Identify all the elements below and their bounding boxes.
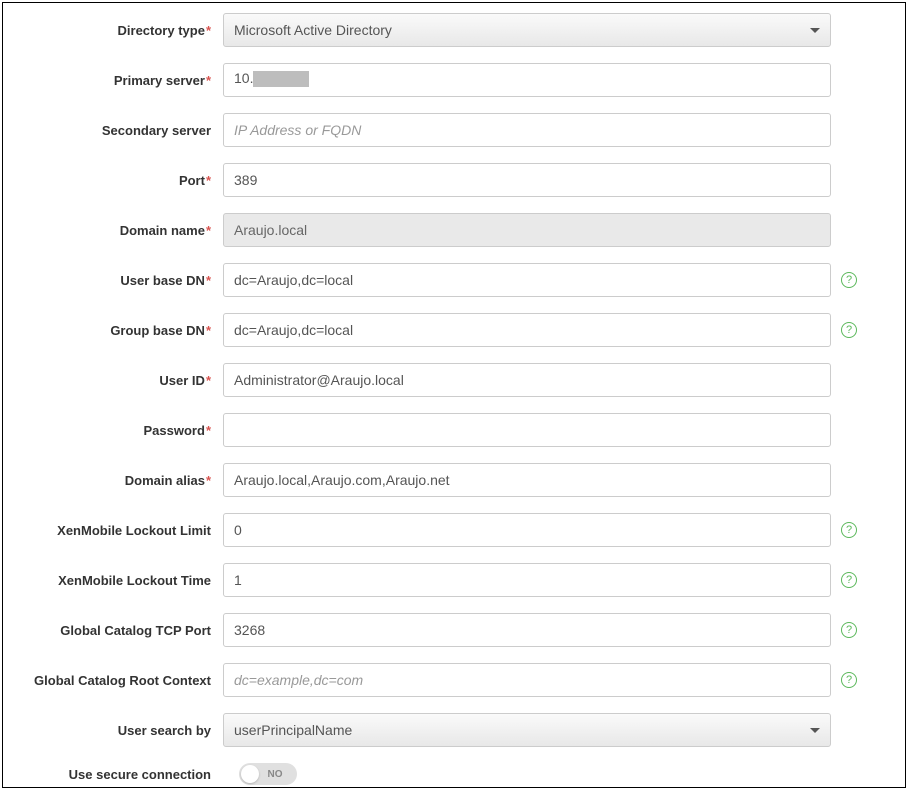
user-search-by-value: userPrincipalName <box>234 722 352 738</box>
label-secondary-server: Secondary server <box>23 123 223 138</box>
row-lockout-limit: XenMobile Lockout Limit ? <box>23 513 885 547</box>
redacted-block <box>253 71 309 87</box>
caret-down-icon <box>810 28 820 33</box>
gc-root-context-input[interactable] <box>223 663 831 697</box>
row-user-base-dn: User base DN* ? <box>23 263 885 297</box>
caret-down-icon <box>810 728 820 733</box>
help-icon[interactable]: ? <box>841 572 857 588</box>
row-gc-root-context: Global Catalog Root Context ? <box>23 663 885 697</box>
label-password: Password* <box>23 423 223 438</box>
row-lockout-time: XenMobile Lockout Time ? <box>23 563 885 597</box>
lockout-limit-input[interactable] <box>223 513 831 547</box>
help-icon[interactable]: ? <box>841 522 857 538</box>
row-group-base-dn: Group base DN* ? <box>23 313 885 347</box>
use-secure-toggle[interactable]: NO <box>239 763 297 785</box>
lockout-time-input[interactable] <box>223 563 831 597</box>
row-directory-type: Directory type* Microsoft Active Directo… <box>23 13 885 47</box>
user-search-by-select[interactable]: userPrincipalName <box>223 713 831 747</box>
domain-name-input <box>223 213 831 247</box>
help-icon[interactable]: ? <box>841 322 857 338</box>
label-directory-type: Directory type* <box>23 23 223 38</box>
label-gc-root-context: Global Catalog Root Context <box>23 673 223 688</box>
label-port: Port* <box>23 173 223 188</box>
label-primary-server: Primary server* <box>23 73 223 88</box>
label-use-secure: Use secure connection <box>23 767 223 782</box>
directory-type-select[interactable]: Microsoft Active Directory <box>223 13 831 47</box>
row-password: Password* <box>23 413 885 447</box>
help-icon[interactable]: ? <box>841 622 857 638</box>
row-use-secure: Use secure connection NO <box>23 763 885 785</box>
label-user-id: User ID* <box>23 373 223 388</box>
label-lockout-time: XenMobile Lockout Time <box>23 573 223 588</box>
help-icon[interactable]: ? <box>841 672 857 688</box>
row-user-search-by: User search by userPrincipalName <box>23 713 885 747</box>
secondary-server-input[interactable] <box>223 113 831 147</box>
row-primary-server: Primary server* 10. <box>23 63 885 97</box>
row-secondary-server: Secondary server <box>23 113 885 147</box>
user-id-input[interactable] <box>223 363 831 397</box>
group-base-dn-input[interactable] <box>223 313 831 347</box>
row-port: Port* <box>23 163 885 197</box>
primary-server-input[interactable]: 10. <box>223 63 831 97</box>
label-domain-alias: Domain alias* <box>23 473 223 488</box>
label-domain-name: Domain name* <box>23 223 223 238</box>
label-lockout-limit: XenMobile Lockout Limit <box>23 523 223 538</box>
label-user-base-dn: User base DN* <box>23 273 223 288</box>
row-user-id: User ID* <box>23 363 885 397</box>
gc-tcp-port-input[interactable] <box>223 613 831 647</box>
row-domain-alias: Domain alias* <box>23 463 885 497</box>
domain-alias-input[interactable] <box>223 463 831 497</box>
label-gc-tcp-port: Global Catalog TCP Port <box>23 623 223 638</box>
port-input[interactable] <box>223 163 831 197</box>
ldap-config-form: Directory type* Microsoft Active Directo… <box>2 2 906 788</box>
help-icon[interactable]: ? <box>841 272 857 288</box>
user-base-dn-input[interactable] <box>223 263 831 297</box>
password-input[interactable] <box>223 413 831 447</box>
directory-type-value: Microsoft Active Directory <box>234 22 392 38</box>
row-domain-name: Domain name* <box>23 213 885 247</box>
row-gc-tcp-port: Global Catalog TCP Port ? <box>23 613 885 647</box>
label-group-base-dn: Group base DN* <box>23 323 223 338</box>
label-user-search-by: User search by <box>23 723 223 738</box>
